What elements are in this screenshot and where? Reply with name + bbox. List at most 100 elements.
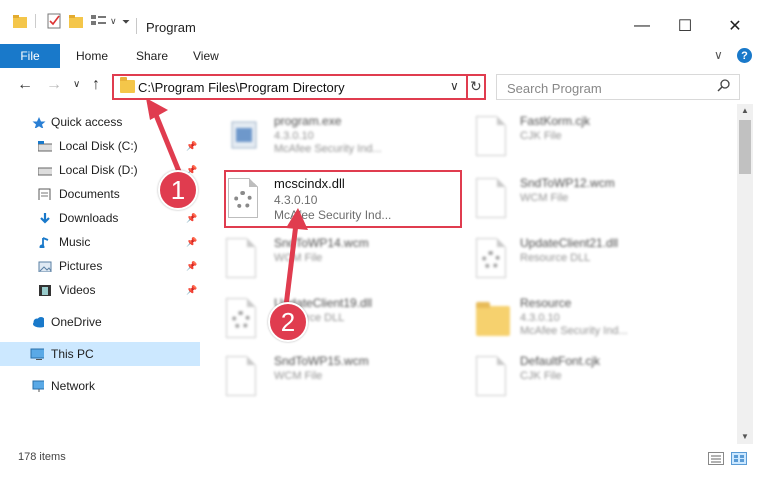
scroll-thumb[interactable]: [739, 120, 751, 174]
star-icon: [32, 117, 46, 128]
downloads-icon: [40, 213, 50, 224]
maximize-button[interactable]: ☐: [670, 14, 700, 38]
tab-view[interactable]: View: [193, 49, 219, 63]
tab-share[interactable]: Share: [136, 49, 168, 63]
item-count: 178 items: [18, 451, 66, 463]
chevron-down-icon[interactable]: ∨: [110, 16, 117, 34]
new-folder-icon[interactable]: [68, 12, 84, 30]
pin-icon[interactable]: 📌: [186, 261, 197, 272]
details-view-icon[interactable]: [708, 452, 724, 465]
back-button[interactable]: ←: [17, 76, 33, 94]
customize-toolbar-icon[interactable]: ⏷: [122, 17, 130, 35]
sidebar-item-label: Music: [59, 235, 91, 249]
file-type: WCM File: [274, 370, 323, 382]
document-icon: [226, 356, 260, 398]
pictures-icon: [38, 261, 52, 272]
sidebar-item-network[interactable]: Network: [0, 374, 200, 398]
exe-icon: [231, 121, 257, 149]
file-item[interactable]: DefaultFont.cjk CJK File: [460, 350, 705, 408]
file-name: program.exe: [274, 114, 342, 128]
sidebar-item-label: Network: [51, 379, 96, 393]
file-name: SndToWP15.wcm: [274, 354, 369, 368]
pin-icon[interactable]: 📌: [186, 285, 197, 296]
file-item[interactable]: SndToWP15.wcm WCM File: [210, 350, 455, 408]
file-item[interactable]: SndToWP14.wcm WCM File: [210, 232, 455, 290]
view-options-icon[interactable]: [90, 12, 110, 30]
sidebar-item-label: Downloads: [59, 211, 119, 225]
computer-icon: [30, 348, 44, 360]
pin-icon[interactable]: 📌: [186, 237, 197, 248]
sidebar-item-this-pc[interactable]: This PC: [0, 342, 200, 366]
sidebar-item-music[interactable]: Music 📌: [0, 230, 200, 254]
status-bar: 178 items: [0, 448, 769, 470]
sidebar-item-label: OneDrive: [51, 315, 102, 329]
refresh-button[interactable]: ↻: [470, 78, 482, 95]
tab-home[interactable]: Home: [76, 49, 108, 63]
title-divider: [136, 18, 137, 34]
file-item[interactable]: program.exe 4.3.0.10 McAfee Security Ind…: [210, 110, 455, 168]
file-version: 4.3.0.10: [520, 312, 560, 324]
close-button[interactable]: ✕: [720, 14, 750, 38]
drive-icon: [38, 141, 52, 152]
file-name: DefaultFont.cjk: [520, 354, 601, 368]
sidebar-item-videos[interactable]: Videos 📌: [0, 278, 200, 302]
network-icon: [32, 380, 44, 392]
document-icon: [476, 178, 510, 220]
file-type: Resource DLL: [520, 252, 591, 264]
expand-ribbon-icon[interactable]: ∨: [714, 48, 723, 62]
scroll-down-icon[interactable]: ▼: [741, 432, 749, 441]
cloud-icon: [33, 317, 44, 328]
file-item[interactable]: UpdateClient21.dll Resource DLL: [460, 232, 705, 290]
file-highlight-box: [224, 170, 462, 228]
folder-icon: [476, 298, 510, 340]
file-name: UpdateClient21.dll: [520, 236, 619, 250]
scroll-up-icon[interactable]: ▲: [741, 106, 749, 115]
file-name: SndToWP12.wcm: [520, 176, 615, 190]
search-box[interactable]: Search Program: [496, 74, 740, 100]
minimize-button[interactable]: —: [627, 14, 657, 38]
file-name: Resource: [520, 296, 572, 310]
document-icon: [476, 356, 510, 398]
drive-icon: [38, 167, 52, 176]
file-item[interactable]: UpdateClient19.dll Resource DLL: [210, 292, 455, 350]
title-bar: ∨ ⏷ Program — ☐ ✕: [0, 0, 769, 40]
step-2-badge: 2: [268, 302, 308, 342]
sidebar-item-pictures[interactable]: Pictures 📌: [0, 254, 200, 278]
folder-icon[interactable]: [12, 12, 28, 30]
sidebar-item-onedrive[interactable]: OneDrive: [0, 310, 200, 334]
sidebar-item-label: Videos: [59, 283, 96, 297]
videos-icon: [39, 285, 51, 296]
vertical-scrollbar[interactable]: ▲ ▼: [737, 104, 753, 444]
file-type: CJK File: [520, 130, 562, 142]
sidebar-item-downloads[interactable]: Downloads 📌: [0, 206, 200, 230]
callout-arrow-1: [146, 98, 183, 175]
search-input[interactable]: Search Program: [507, 81, 602, 96]
window-title: Program: [146, 20, 196, 35]
dll-gear-icon: [226, 298, 260, 340]
up-button[interactable]: ↑: [92, 76, 100, 94]
properties-icon[interactable]: [46, 12, 62, 30]
large-icons-view-icon[interactable]: [731, 452, 747, 465]
callout-arrow-2: [283, 208, 308, 307]
document-icon: [226, 238, 260, 280]
help-icon[interactable]: ?: [737, 48, 752, 63]
pin-icon[interactable]: 📌: [186, 213, 197, 224]
ribbon-tabs: File Home Share View ∨: [0, 44, 769, 68]
tab-file[interactable]: File: [0, 44, 60, 68]
forward-button[interactable]: →: [46, 76, 62, 94]
file-item[interactable]: Resource 4.3.0.10 McAfee Security Ind...: [460, 292, 705, 350]
sidebar-item-label: Quick access: [51, 115, 123, 129]
search-icon[interactable]: [717, 78, 731, 92]
step-1-badge: 1: [158, 170, 198, 210]
chevron-down-icon[interactable]: ∨: [450, 79, 459, 93]
file-name: FastKorm.cjk: [520, 114, 591, 128]
recent-locations-button[interactable]: ∨: [73, 79, 80, 90]
file-type: WCM File: [520, 192, 569, 204]
sidebar-item-label: Local Disk (C:): [59, 139, 138, 153]
file-item[interactable]: SndToWP12.wcm WCM File: [460, 172, 705, 230]
file-item[interactable]: FastKorm.cjk CJK File: [460, 110, 705, 168]
music-icon: [39, 237, 49, 248]
documents-icon: [38, 188, 51, 200]
folder-icon: [120, 77, 135, 93]
dll-gear-icon: [476, 238, 510, 280]
